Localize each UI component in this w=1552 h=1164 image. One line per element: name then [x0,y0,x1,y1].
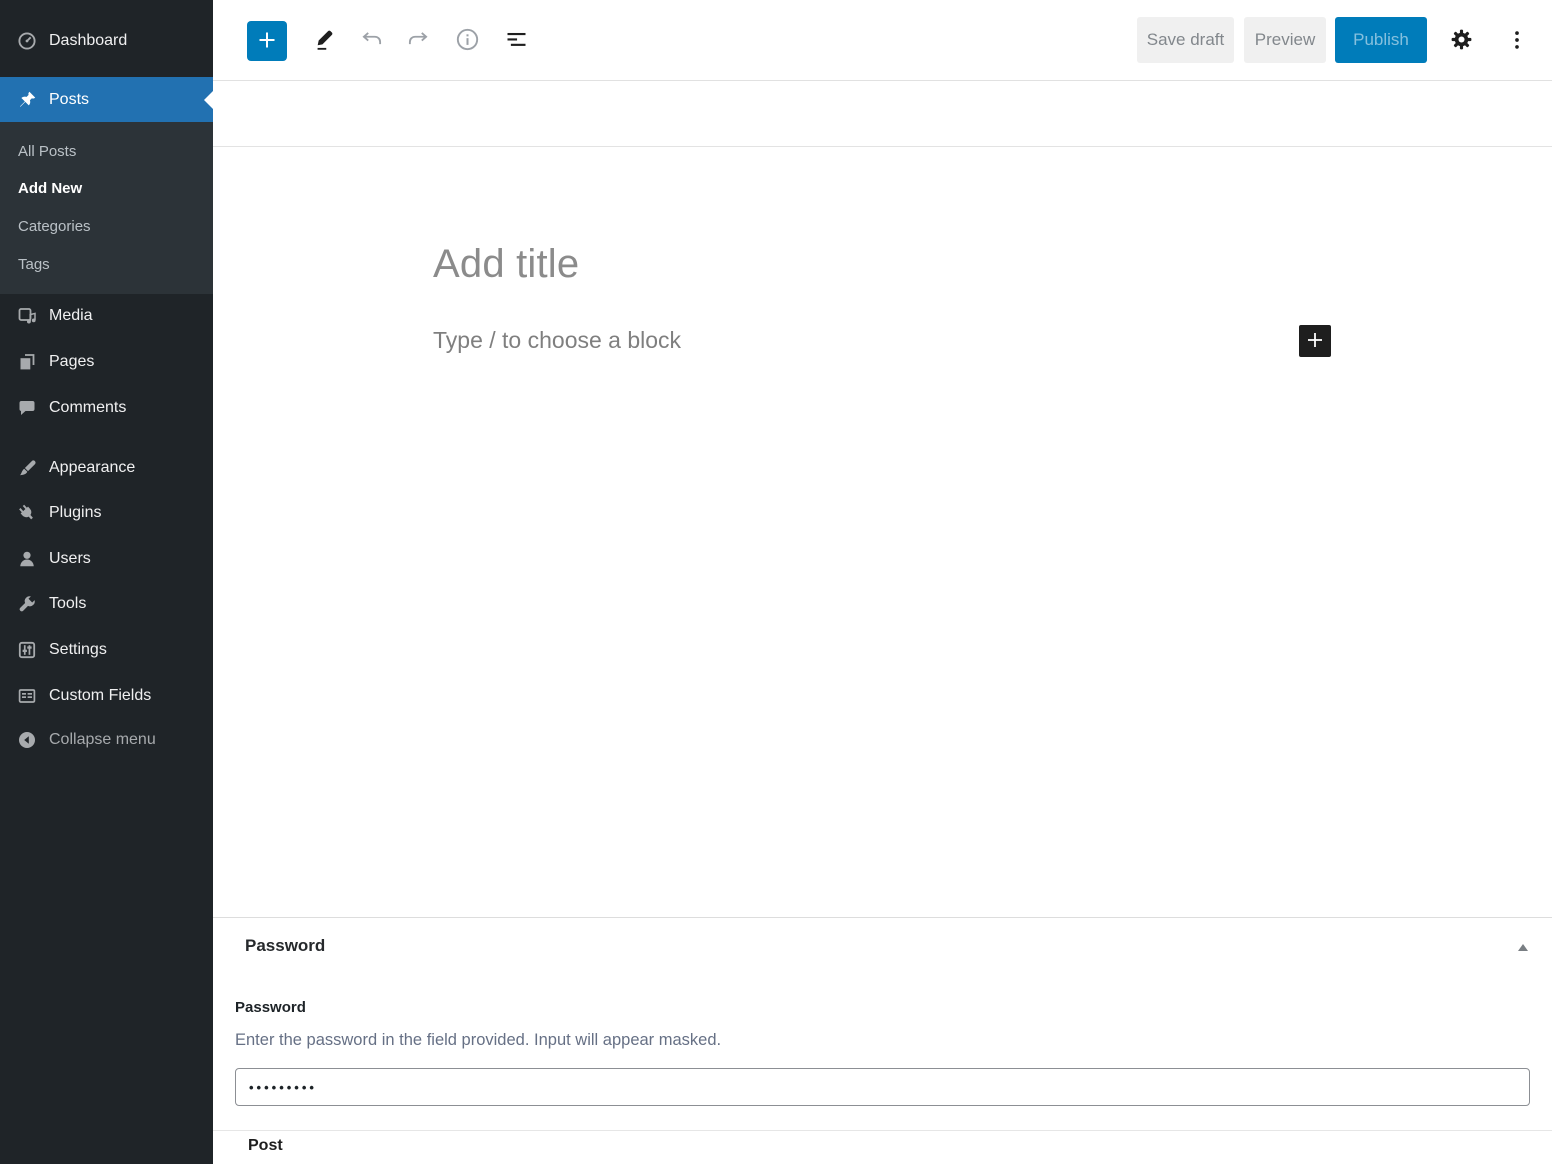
sliders-icon [16,639,38,661]
add-block-icon [255,28,279,55]
password-field-label: Password [235,999,306,1016]
password-field-description: Enter the password in the field provided… [235,1031,721,1050]
info-icon [454,26,481,56]
document-header-spacer [213,81,1552,147]
post-title-input[interactable]: Add title [433,242,579,287]
collapse-arrow-icon [16,729,38,751]
sidebar-item-label: Collapse menu [49,731,156,749]
sidebar-item-comments[interactable]: Comments [0,385,213,430]
sidebar-item-appearance[interactable]: Appearance [0,445,213,490]
list-view-icon [503,26,530,56]
editor-toolbar: Save draft Preview Publish [213,0,1552,81]
block-placeholder-text[interactable]: Type / to choose a block [433,327,681,354]
sidebar-item-label: Pages [49,353,94,371]
options-ellipsis-icon [1504,27,1530,56]
editor-content: Save draft Preview Publish Add title Typ… [213,0,1552,1164]
settings-button[interactable] [1448,28,1474,54]
sidebar-item-media[interactable]: Media [0,293,213,338]
undo-icon [358,27,386,56]
submenu-item-categories[interactable]: Categories [0,211,213,241]
collapse-panel-button[interactable] [1512,936,1534,958]
sidebar-item-users[interactable]: Users [0,536,213,581]
posts-submenu: All Posts Add New Categories Tags [0,122,213,294]
admin-sidebar: Dashboard Posts All Posts Add New Catego… [0,0,213,1164]
redo-icon [404,27,432,56]
sidebar-item-label: Media [49,307,93,325]
sidebar-item-plugins[interactable]: Plugins [0,490,213,535]
submenu-item-label: Tags [18,256,50,273]
submenu-item-tags[interactable]: Tags [0,249,213,279]
wordpress-post-editor: Dashboard Posts All Posts Add New Catego… [0,0,1552,1164]
dashboard-gauge-icon [16,30,38,52]
sidebar-item-custom-fields[interactable]: Custom Fields [0,673,213,718]
comment-bubble-icon [16,397,38,419]
list-view-button[interactable] [503,28,529,54]
sidebar-item-settings[interactable]: Settings [0,627,213,672]
password-input[interactable] [235,1068,1530,1106]
block-inserter-button[interactable] [1299,325,1331,357]
sidebar-item-posts[interactable]: Posts [0,77,213,122]
sidebar-item-label: Tools [49,595,86,613]
undo-button[interactable] [359,28,385,54]
wrench-icon [16,593,38,615]
options-button[interactable] [1504,28,1530,54]
user-icon [16,548,38,570]
edit-mode-button[interactable] [310,28,336,54]
submenu-item-label: Categories [18,218,91,235]
sidebar-item-label: Settings [49,641,107,659]
paintbrush-icon [16,457,38,479]
plug-icon [16,502,38,524]
details-button[interactable] [454,28,480,54]
submenu-item-label: Add New [18,180,82,197]
sidebar-item-label: Plugins [49,504,101,522]
save-draft-button[interactable]: Save draft [1137,17,1234,63]
publish-button[interactable]: Publish [1335,17,1427,63]
panel-divider [213,1130,1552,1131]
sidebar-item-dashboard[interactable]: Dashboard [0,18,213,63]
pages-icon [16,351,38,373]
pushpin-icon [16,89,38,111]
sidebar-item-label: Dashboard [49,32,127,50]
sidebar-item-label: Appearance [49,459,135,477]
sidebar-item-label: Custom Fields [49,687,151,705]
metabox-divider [213,917,1552,918]
submenu-item-all-posts[interactable]: All Posts [0,136,213,166]
sidebar-item-collapse-menu[interactable]: Collapse menu [0,717,213,762]
edit-pencil-icon [310,27,336,56]
settings-gear-icon [1448,26,1475,56]
sidebar-item-label: Posts [49,91,89,109]
post-panel-title: Post [248,1137,283,1155]
preview-button[interactable]: Preview [1244,17,1326,63]
redo-button[interactable] [405,28,431,54]
submenu-item-add-new[interactable]: Add New [0,173,213,203]
collapse-triangle-icon [1518,944,1528,951]
submenu-item-label: All Posts [18,143,76,160]
sidebar-item-pages[interactable]: Pages [0,339,213,384]
media-icon [16,305,38,327]
sidebar-item-label: Comments [49,399,126,417]
add-block-button[interactable] [247,21,287,61]
plus-icon [1303,328,1327,355]
sidebar-item-tools[interactable]: Tools [0,581,213,626]
table-icon [16,685,38,707]
sidebar-item-label: Users [49,550,91,568]
password-panel-title: Password [245,936,325,956]
